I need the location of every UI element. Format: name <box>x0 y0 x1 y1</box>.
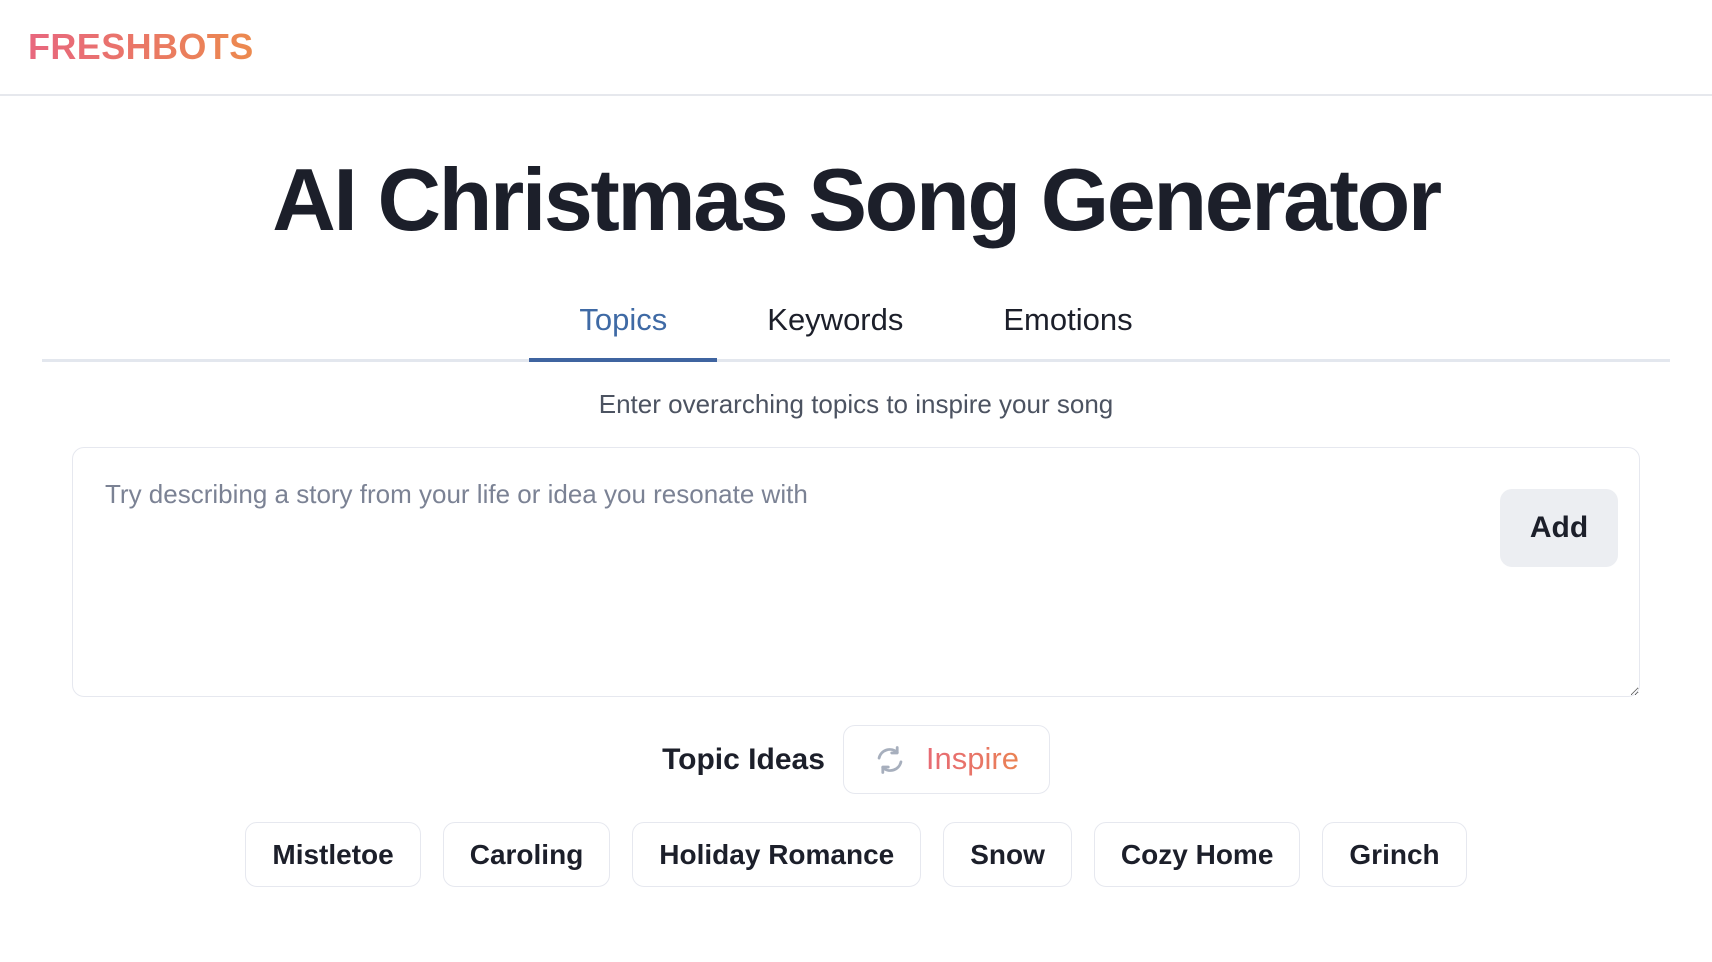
topic-ideas-row: Topic Ideas Inspire <box>0 725 1712 794</box>
topic-input-area: Add <box>72 447 1640 698</box>
chip-snow[interactable]: Snow <box>943 821 1072 888</box>
chip-holiday-romance[interactable]: Holiday Romance <box>632 821 922 888</box>
page-title: AI Christmas Song Generator <box>272 150 1442 249</box>
brand-logo[interactable]: FRESHBOTS <box>28 29 254 65</box>
inspire-label: Inspire <box>925 741 1019 777</box>
inspire-button[interactable]: Inspire <box>842 725 1050 794</box>
app-root: FRESHBOTS AI Christmas Song Generator To… <box>0 0 1712 962</box>
tab-topics[interactable]: Topics <box>529 294 718 362</box>
tab-keywords[interactable]: Keywords <box>717 294 953 358</box>
tab-strip: Topics Keywords Emotions <box>42 294 1670 362</box>
chip-cozy-home[interactable]: Cozy Home <box>1093 821 1301 888</box>
chip-caroling[interactable]: Caroling <box>442 821 611 888</box>
tabs-container: Topics Keywords Emotions <box>0 294 1712 362</box>
app-header: FRESHBOTS <box>0 0 1712 96</box>
add-topic-button[interactable]: Add <box>1500 489 1618 568</box>
refresh-icon <box>874 744 906 776</box>
chip-grinch[interactable]: Grinch <box>1322 821 1467 888</box>
tab-subtitle: Enter overarching topics to inspire your… <box>598 388 1114 419</box>
tab-emotions[interactable]: Emotions <box>953 294 1182 358</box>
topic-input[interactable] <box>72 447 1640 698</box>
chip-mistletoe[interactable]: Mistletoe <box>245 821 421 888</box>
topic-ideas-label: Topic Ideas <box>662 742 825 776</box>
topic-chip-list: Mistletoe Caroling Holiday Romance Snow … <box>0 821 1712 888</box>
